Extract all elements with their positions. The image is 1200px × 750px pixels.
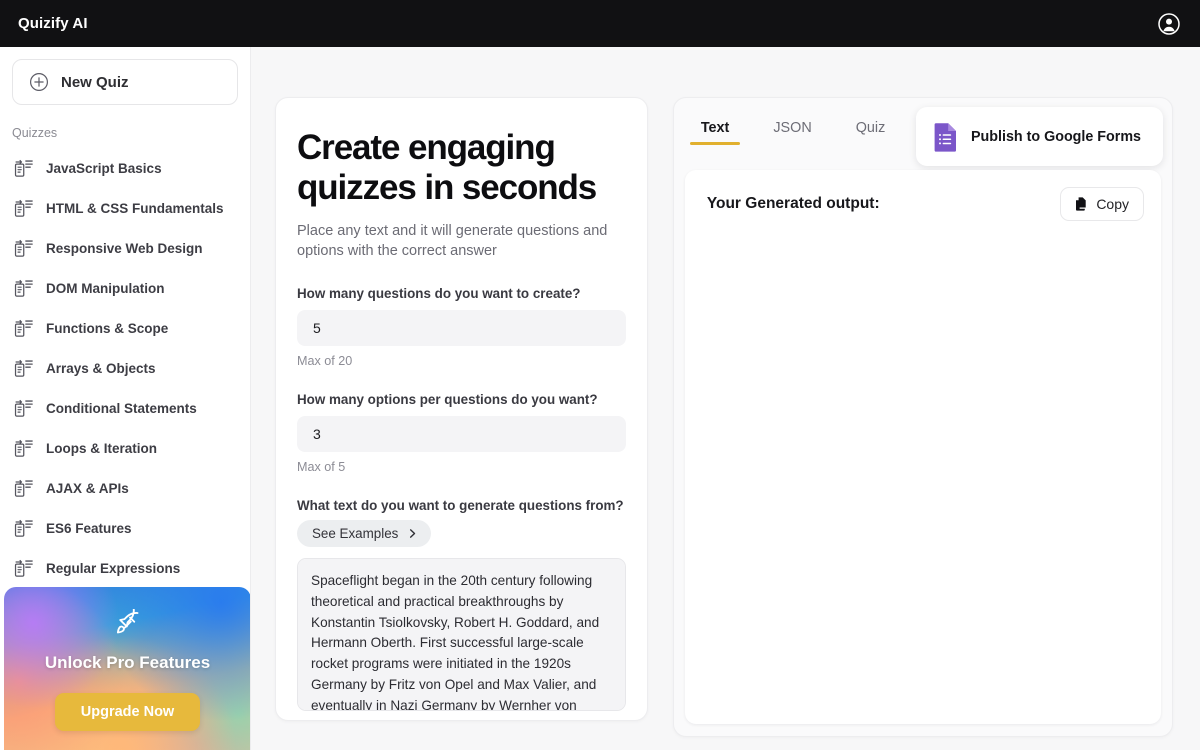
quiz-list-item-label: Functions & Scope	[46, 320, 169, 336]
quiz-list-item[interactable]: Arrays & Objects	[0, 348, 250, 388]
plus-circle-icon	[30, 73, 48, 91]
copy-label: Copy	[1096, 196, 1129, 212]
quiz-document-icon	[14, 559, 33, 577]
quiz-document-icon	[14, 199, 33, 217]
quiz-list-item-label: ES6 Features	[46, 520, 132, 536]
sidebar: New Quiz Quizzes JavaScript Basics HTML &…	[0, 47, 251, 750]
quiz-list-item-label: HTML & CSS Fundamentals	[46, 200, 224, 216]
quiz-list-item-label: Regular Expressions	[46, 560, 181, 576]
page-title: Create engaging quizzes in seconds	[297, 128, 597, 207]
source-text-input[interactable]	[297, 557, 626, 711]
quiz-list-item-label: JavaScript Basics	[46, 160, 162, 176]
publish-to-google-forms-button[interactable]: Publish to Google Forms	[916, 107, 1163, 166]
quiz-list-item-label: Arrays & Objects	[46, 360, 156, 376]
generated-output-title: Your Generated output:	[706, 195, 880, 212]
quiz-list-item[interactable]: Loops & Iteration	[0, 428, 250, 468]
user-circle-icon	[1158, 12, 1180, 35]
options-count-input[interactable]	[297, 415, 626, 452]
quiz-form-panel: Create engaging quizzes in seconds Place…	[275, 97, 648, 721]
upgrade-now-button[interactable]: Upgrade Now	[54, 693, 201, 731]
copy-icon	[1076, 197, 1087, 211]
quiz-list-item-label: Conditional Statements	[46, 400, 197, 416]
output-panel: Text JSON Quiz Publish to Google Forms Your…	[672, 97, 1173, 737]
generated-output-text	[707, 221, 1144, 736]
quiz-document-icon	[14, 359, 33, 377]
quiz-list-item[interactable]: JavaScript Basics	[0, 148, 250, 188]
app-brand-title: Quizify AI	[18, 15, 88, 32]
options-count-hint: Max of 5	[297, 459, 346, 474]
publish-button-label: Publish to Google Forms	[971, 128, 1141, 145]
source-text-label: What text do you want to generate questi…	[297, 497, 624, 513]
quiz-list-item-label: DOM Manipulation	[46, 280, 165, 296]
see-examples-button[interactable]: See Examples	[297, 519, 432, 547]
generated-output-card: Your Generated output: Copy	[684, 170, 1161, 724]
quiz-list-item[interactable]: ES6 Features	[0, 508, 250, 548]
quiz-list: JavaScript Basics HTML & CSS Fundamentals…	[0, 148, 250, 588]
quiz-list-item[interactable]: HTML & CSS Fundamentals	[0, 188, 250, 228]
questions-count-input[interactable]	[297, 309, 626, 346]
chevron-right-icon	[410, 529, 416, 538]
quiz-list-item[interactable]: Regular Expressions	[0, 548, 250, 588]
quiz-document-icon	[14, 519, 33, 537]
tab-quiz[interactable]: Quiz	[845, 120, 897, 145]
tab-json[interactable]: JSON	[762, 120, 822, 145]
google-forms-icon	[934, 122, 957, 152]
questions-count-hint: Max of 20	[297, 353, 353, 368]
quiz-document-icon	[14, 479, 33, 497]
questions-count-label: How many questions do you want to create…	[297, 285, 581, 301]
pro-card-title: Unlock Pro Features	[44, 653, 211, 672]
quiz-list-item[interactable]: Responsive Web Design	[0, 228, 250, 268]
main-content: Create engaging quizzes in seconds Place…	[251, 47, 1200, 750]
quiz-list-item[interactable]: DOM Manipulation	[0, 268, 250, 308]
quiz-list-item-label: Loops & Iteration	[46, 440, 157, 456]
quiz-list-item[interactable]: Functions & Scope	[0, 308, 250, 348]
quiz-document-icon	[14, 439, 33, 457]
sidebar-section-label: Quizzes	[12, 126, 58, 140]
quiz-document-icon	[14, 239, 33, 257]
output-tabs: Text JSON Quiz Publish to Google Forms	[674, 98, 1172, 170]
new-quiz-label: New Quiz	[61, 73, 129, 91]
top-bar: Quizify AI	[0, 0, 1200, 47]
see-examples-label: See Examples	[312, 525, 399, 541]
copy-button[interactable]: Copy	[1060, 187, 1144, 221]
tab-text[interactable]: Text	[689, 120, 741, 145]
options-count-label: How many options per questions do you wa…	[297, 391, 598, 407]
quiz-list-item[interactable]: AJAX & APIs	[0, 468, 250, 508]
quiz-list-item-label: Responsive Web Design	[46, 240, 203, 256]
quiz-list-item-label: AJAX & APIs	[46, 480, 129, 496]
new-quiz-button[interactable]: New Quiz	[12, 59, 238, 105]
generated-output-header: Your Generated output: Copy	[707, 187, 1144, 221]
quiz-document-icon	[14, 399, 33, 417]
rocket-icon	[116, 609, 138, 634]
account-button[interactable]	[1156, 11, 1182, 37]
quiz-document-icon	[14, 159, 33, 177]
quiz-document-icon	[14, 319, 33, 337]
pro-upgrade-card[interactable]: Unlock Pro Features Upgrade Now	[4, 587, 250, 750]
quiz-list-item[interactable]: Conditional Statements	[0, 388, 250, 428]
quiz-document-icon	[14, 279, 33, 297]
page-subtitle: Place any text and it will generate ques…	[297, 222, 608, 260]
